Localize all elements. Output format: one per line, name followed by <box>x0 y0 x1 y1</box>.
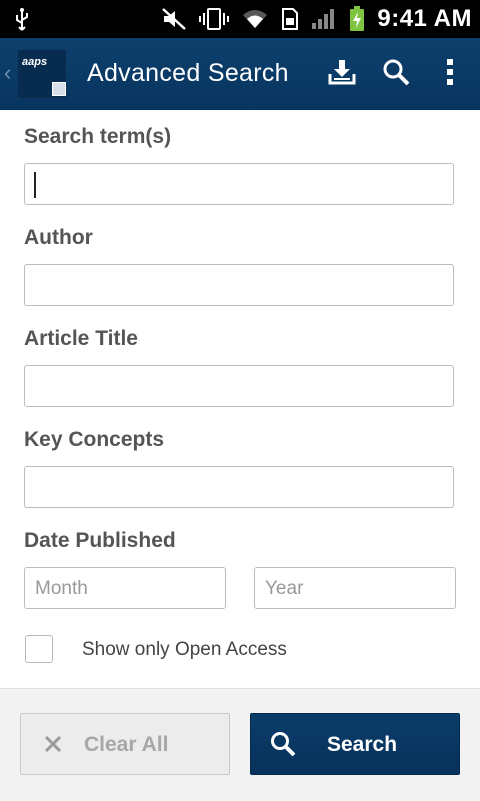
signal-icon <box>311 8 337 30</box>
page-title: Advanced Search <box>87 59 289 87</box>
search-label: Search <box>327 733 398 756</box>
month-placeholder: Month <box>35 578 88 599</box>
overflow-menu-icon[interactable] <box>436 56 464 88</box>
battery-charging-icon <box>349 6 365 32</box>
action-bar: ‹ aaps Advanced Search <box>0 38 480 110</box>
text-cursor <box>34 172 36 198</box>
year-input[interactable]: Year <box>254 567 456 609</box>
mute-icon <box>161 7 187 31</box>
download-icon[interactable] <box>328 56 356 88</box>
search-terms-label: Search term(s) <box>24 125 172 148</box>
status-time: 9:41 AM <box>377 5 472 32</box>
clear-all-label: Clear All <box>84 733 169 756</box>
search-icon[interactable] <box>382 56 410 88</box>
date-published-label: Date Published <box>24 529 176 552</box>
sim-icon <box>281 8 299 30</box>
month-input[interactable]: Month <box>24 567 226 609</box>
author-input[interactable] <box>24 264 454 306</box>
app-logo[interactable]: aaps <box>18 50 66 98</box>
open-access-checkbox[interactable] <box>25 635 53 663</box>
up-navigation-icon[interactable]: ‹ <box>4 60 11 86</box>
usb-icon <box>14 8 30 37</box>
search-terms-input[interactable] <box>24 163 454 205</box>
status-bar: 9:41 AM <box>0 0 480 38</box>
article-title-input[interactable] <box>24 365 454 407</box>
logo-text: aaps <box>22 56 48 68</box>
article-title-label: Article Title <box>24 327 138 350</box>
open-access-label[interactable]: Show only Open Access <box>82 639 287 661</box>
close-icon <box>39 730 67 758</box>
vibrate-icon <box>199 7 230 31</box>
search-button[interactable]: Search <box>250 713 460 775</box>
author-label: Author <box>24 226 93 249</box>
key-concepts-label: Key Concepts <box>24 428 165 451</box>
year-placeholder: Year <box>265 578 304 599</box>
search-icon <box>269 730 297 758</box>
key-concepts-input[interactable] <box>24 466 454 508</box>
bottom-action-bar: Clear All Search <box>0 688 480 801</box>
clear-all-button[interactable]: Clear All <box>20 713 230 775</box>
logo-badge <box>52 82 66 96</box>
wifi-icon <box>241 8 269 30</box>
